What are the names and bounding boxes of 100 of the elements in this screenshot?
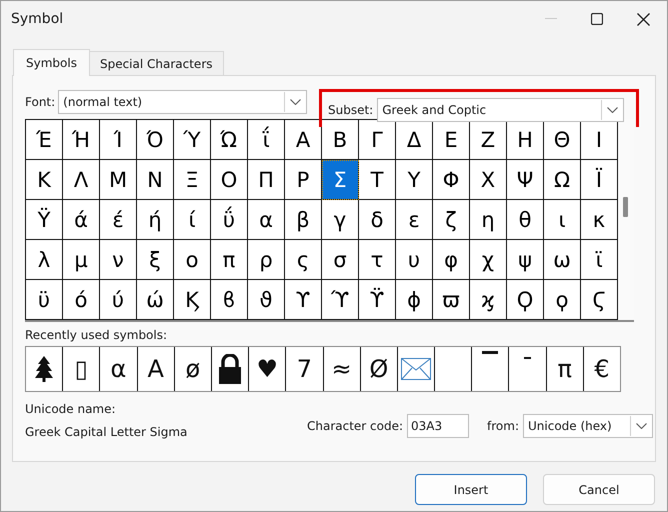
symbol-cell[interactable]: ύ	[100, 280, 137, 320]
symbol-cell[interactable]: μ	[63, 240, 100, 280]
tab[interactable]: Special Characters	[88, 51, 224, 75]
symbol-cell[interactable]: Ί	[100, 120, 137, 160]
macron-mark	[524, 357, 532, 359]
symbol-cell[interactable]: π	[211, 240, 248, 280]
symbol-cell[interactable]: ϑ	[248, 280, 285, 320]
symbol-cell[interactable]: τ	[359, 240, 396, 280]
symbol-cell[interactable]: Φ	[433, 160, 470, 200]
symbol-cell[interactable]: Λ	[63, 160, 100, 200]
recent-symbol-cell[interactable]: ≈	[324, 347, 361, 391]
symbol-cell[interactable]: ϗ	[470, 280, 507, 320]
character-code-label: Character code:	[306, 419, 404, 433]
symbol-cell[interactable]: ϔ	[359, 280, 396, 320]
symbol-cell[interactable]: χ	[470, 240, 507, 280]
symbol-cell[interactable]: ΰ	[211, 200, 248, 240]
recent-symbol-cell[interactable]: α	[100, 347, 138, 391]
scrollbar-thumb[interactable]	[623, 197, 628, 217]
symbol-cell[interactable]: Κ	[26, 160, 63, 200]
recent-symbol-cell[interactable]: ▯	[63, 347, 100, 391]
symbol-cell[interactable]: Ψ	[507, 160, 544, 200]
symbol-cell[interactable]: ϖ	[433, 280, 470, 320]
maximize-icon[interactable]	[591, 13, 603, 25]
symbol-cell[interactable]: Ω	[544, 160, 581, 200]
from-dropdown[interactable]: Unicode (hex)	[523, 414, 653, 438]
symbol-cell[interactable]: σ	[322, 240, 359, 280]
symbol-cell[interactable]: ϐ	[211, 280, 248, 320]
recent-symbol-cell[interactable]: ♥	[249, 347, 286, 391]
symbol-cell[interactable]: Έ	[26, 120, 63, 160]
chevron-down-icon	[290, 99, 300, 105]
symbol-cell[interactable]: λ	[26, 240, 63, 280]
symbol-cell[interactable]: ε	[396, 200, 433, 240]
symbol-cell[interactable]: ζ	[433, 200, 470, 240]
close-icon[interactable]	[637, 12, 650, 26]
character-code-field[interactable]: 03A3	[407, 414, 470, 438]
symbol-cell[interactable]: Ύ	[174, 120, 211, 160]
symbol-cell[interactable]: γ	[322, 200, 359, 240]
symbol-cell[interactable]: ΐ	[248, 120, 285, 160]
symbol-cell[interactable]: ω	[544, 240, 581, 280]
symbol-cell[interactable]: θ	[507, 200, 544, 240]
symbol-cell[interactable]: Ε	[433, 120, 470, 160]
symbol-cell[interactable]: ν	[100, 240, 137, 280]
symbol-cell[interactable]: β	[285, 200, 322, 240]
symbol-cell[interactable]: ϋ	[26, 280, 63, 320]
recent-symbol-cell[interactable]: Ø	[360, 347, 398, 391]
symbol-cell[interactable]: ό	[63, 280, 100, 320]
symbol-cell[interactable]: Ώ	[211, 120, 248, 160]
symbol-cell[interactable]: Υ	[396, 160, 433, 200]
symbol-cell[interactable]: ϒ	[285, 280, 322, 320]
symbol-cell[interactable]: Ζ	[470, 120, 507, 160]
symbol-cell[interactable]: α	[248, 200, 285, 240]
symbol-cell[interactable]: Σ	[322, 160, 359, 200]
overline-mark	[482, 351, 498, 354]
symbol-cell[interactable]: Π	[248, 160, 285, 200]
symbol-cell[interactable]: ά	[63, 200, 100, 240]
symbol-cell[interactable]: Ϗ	[174, 280, 211, 320]
symbol-cell[interactable]: Ν	[137, 160, 174, 200]
recent-symbol-cell[interactable]: 7	[286, 347, 324, 391]
symbol-cell[interactable]: ώ	[137, 280, 174, 320]
symbol-cell[interactable]: ϕ	[396, 280, 433, 320]
symbol-cell[interactable]: ι	[544, 200, 581, 240]
symbol-cell[interactable]: Ή	[63, 120, 100, 160]
symbol-cell[interactable]: Ό	[137, 120, 174, 160]
symbol-cell[interactable]: Θ	[544, 120, 581, 160]
symbol-cell[interactable]: υ	[396, 240, 433, 280]
recent-symbol-cell[interactable]: €	[584, 347, 620, 391]
symbol-cell[interactable]: ϓ	[322, 280, 359, 320]
symbol-cell[interactable]: Η	[507, 120, 544, 160]
symbol-cell[interactable]: Μ	[100, 160, 137, 200]
insert-button[interactable]: Insert	[415, 474, 527, 505]
symbol-cell[interactable]: ς	[285, 240, 322, 280]
symbol-cell[interactable]: ξ	[137, 240, 174, 280]
symbol-cell[interactable]: Ο	[211, 160, 248, 200]
subset-dropdown[interactable]: Greek and Coptic	[377, 98, 624, 122]
envelope-icon	[400, 358, 431, 380]
symbol-cell[interactable]: ο	[174, 240, 211, 280]
symbol-cell[interactable]: ρ	[248, 240, 285, 280]
symbol-cell[interactable]: φ	[433, 240, 470, 280]
recent-symbol-cell[interactable]: A	[138, 347, 175, 391]
recent-symbol-cell[interactable]: ø	[174, 347, 212, 391]
symbol-cell[interactable]: ί	[174, 200, 211, 240]
symbol-cell[interactable]: Γ	[359, 120, 396, 160]
symbol-cell[interactable]: Ϋ	[26, 200, 63, 240]
symbol-cell[interactable]: Ϙ	[507, 280, 544, 320]
symbol-cell[interactable]: Α	[285, 120, 322, 160]
recent-symbol-cell[interactable]: π	[546, 347, 584, 391]
symbol-cell[interactable]: Ξ	[174, 160, 211, 200]
symbol-cell[interactable]: Χ	[470, 160, 507, 200]
symbol-cell[interactable]: ψ	[507, 240, 544, 280]
symbol-cell[interactable]: έ	[100, 200, 137, 240]
cancel-button[interactable]: Cancel	[543, 474, 655, 505]
symbol-cell[interactable]: Τ	[359, 160, 396, 200]
symbol-cell[interactable]: Δ	[396, 120, 433, 160]
symbol-cell[interactable]: ϙ	[544, 280, 581, 320]
symbol-cell[interactable]: δ	[359, 200, 396, 240]
tab[interactable]: Symbols	[13, 49, 90, 76]
recent-symbols-label: Recently used symbols:	[25, 328, 168, 342]
font-dropdown[interactable]: (normal text)	[58, 90, 307, 114]
symbol-cell[interactable]: η	[470, 200, 507, 240]
symbol-cell[interactable]: ή	[137, 200, 174, 240]
